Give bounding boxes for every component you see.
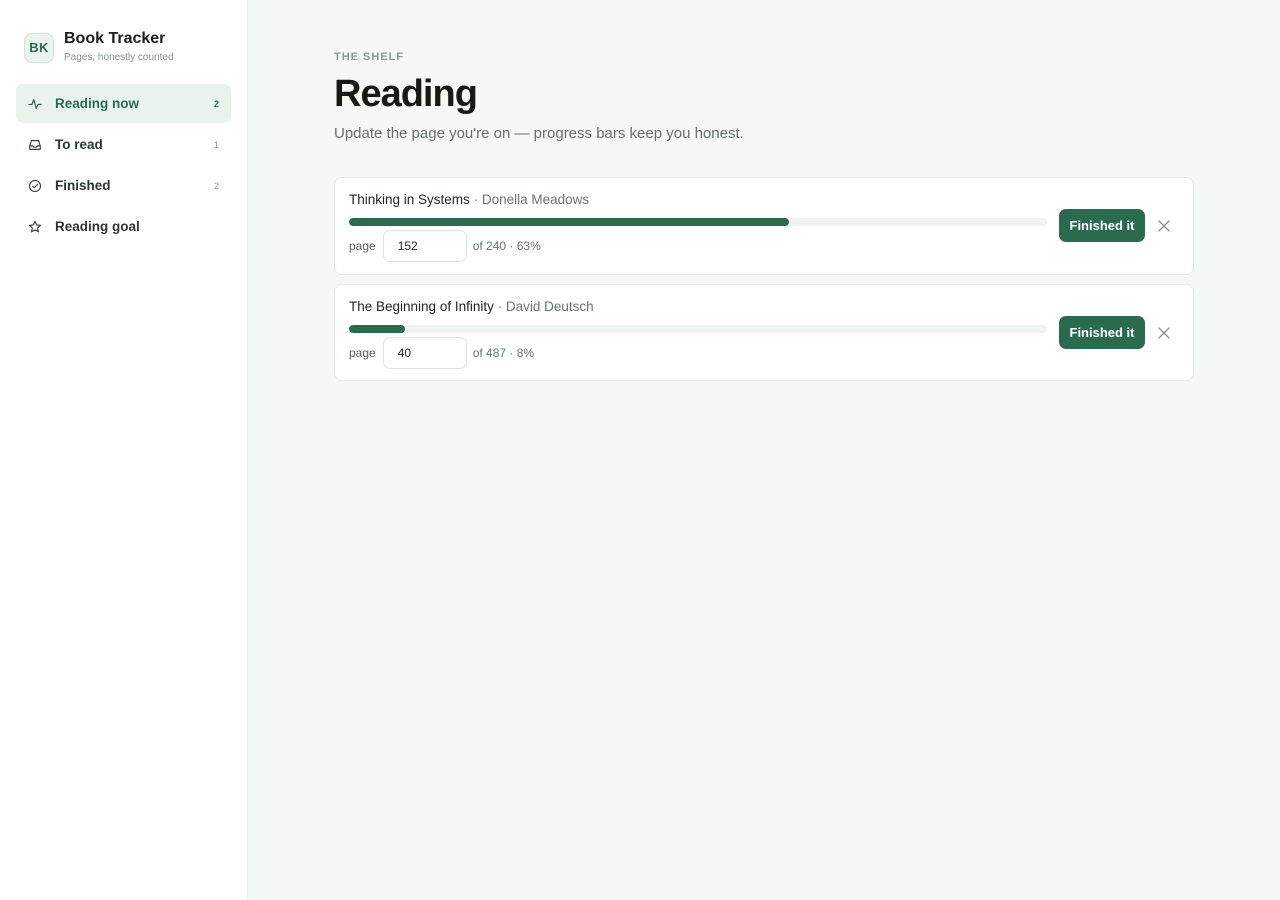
remove-book-button[interactable] bbox=[1155, 217, 1173, 235]
page-title: Reading bbox=[334, 73, 478, 115]
activity-icon bbox=[28, 97, 42, 111]
page-total-progress: of 240 · 63% bbox=[472, 239, 541, 253]
progress-bar-fill bbox=[349, 218, 789, 226]
finished-it-button[interactable]: Finished it bbox=[1059, 316, 1145, 349]
close-icon bbox=[1158, 220, 1170, 232]
section-eyebrow: THE SHELF bbox=[334, 51, 405, 63]
app-logo: BK bbox=[24, 32, 54, 63]
sidebar-nav: Reading now 2 To read 1 Finished 2 Readi… bbox=[16, 84, 231, 248]
page-description: Update the page you're on — progress bar… bbox=[334, 125, 744, 142]
finished-it-button[interactable]: Finished it bbox=[1059, 209, 1145, 242]
current-page-input[interactable] bbox=[382, 337, 467, 369]
book-separator: · bbox=[473, 192, 479, 207]
page-row: page of 487 · 8% bbox=[349, 337, 534, 369]
close-icon bbox=[1158, 327, 1170, 339]
sidebar-item-count: 2 bbox=[213, 180, 219, 191]
remove-book-button[interactable] bbox=[1155, 324, 1173, 342]
book-author: Donella Meadows bbox=[481, 192, 590, 207]
sidebar-item-label: To read bbox=[55, 137, 103, 152]
book-heading: Thinking in Systems · Donella Meadows bbox=[349, 192, 589, 207]
progress-bar bbox=[349, 325, 1047, 333]
book-separator: · bbox=[497, 299, 503, 314]
sidebar-item-reading-now[interactable]: Reading now 2 bbox=[16, 84, 231, 123]
star-icon bbox=[28, 220, 42, 234]
check-circle-icon bbox=[28, 179, 42, 193]
book-card: Thinking in Systems · Donella Meadows pa… bbox=[334, 177, 1194, 275]
sidebar-item-label: Reading goal bbox=[55, 219, 140, 234]
brand: BK Book Tracker Pages, honestly counted bbox=[24, 30, 174, 65]
app-subtitle: Pages, honestly counted bbox=[64, 52, 174, 63]
page-total-progress: of 487 · 8% bbox=[472, 346, 535, 360]
book-card: The Beginning of Infinity · David Deutsc… bbox=[334, 284, 1194, 381]
app-title: Book Tracker bbox=[64, 30, 166, 47]
page-row: page of 240 · 63% bbox=[349, 230, 541, 262]
book-heading: The Beginning of Infinity · David Deutsc… bbox=[349, 299, 594, 314]
sidebar: BK Book Tracker Pages, honestly counted … bbox=[0, 0, 248, 900]
inbox-icon bbox=[28, 138, 42, 152]
page-label: page bbox=[349, 346, 376, 360]
book-title: The Beginning of Infinity bbox=[349, 299, 494, 314]
sidebar-item-finished[interactable]: Finished 2 bbox=[16, 166, 231, 205]
book-author: David Deutsch bbox=[505, 299, 594, 314]
sidebar-item-count: 2 bbox=[213, 98, 219, 109]
progress-bar bbox=[349, 218, 1047, 226]
page-label: page bbox=[349, 239, 376, 253]
sidebar-item-label: Finished bbox=[55, 178, 111, 193]
sidebar-item-count: 1 bbox=[213, 139, 219, 150]
progress-bar-fill bbox=[349, 325, 405, 333]
current-page-input[interactable] bbox=[382, 230, 467, 262]
sidebar-item-label: Reading now bbox=[55, 96, 139, 111]
book-list: Thinking in Systems · Donella Meadows pa… bbox=[334, 177, 1194, 390]
brand-text: Book Tracker Pages, honestly counted bbox=[64, 30, 174, 65]
sidebar-item-reading-goal[interactable]: Reading goal bbox=[16, 207, 231, 246]
sidebar-item-to-read[interactable]: To read 1 bbox=[16, 125, 231, 164]
book-title: Thinking in Systems bbox=[349, 192, 470, 207]
